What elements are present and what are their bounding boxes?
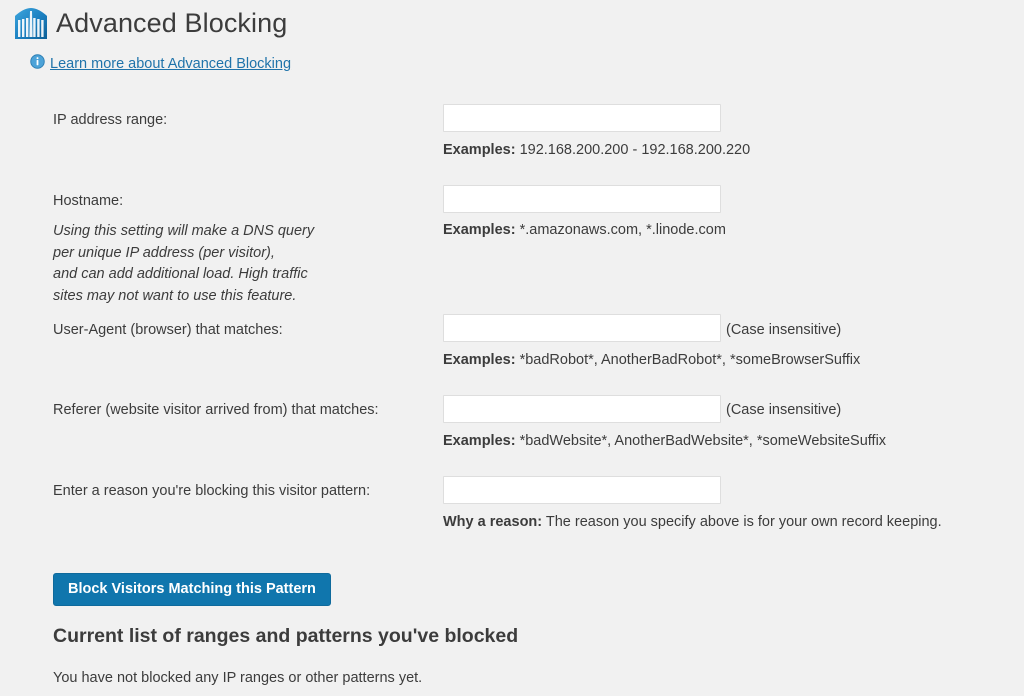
- blocked-list-empty-state: You have not blocked any IP ranges or ot…: [53, 670, 423, 686]
- referer-case-note: (Case insensitive): [726, 402, 842, 418]
- learn-more-link[interactable]: Learn more about Advanced Blocking: [50, 56, 291, 72]
- hostname-example: Examples: *.amazonaws.com, *.linode.com: [443, 222, 726, 238]
- block-visitors-button[interactable]: Block Visitors Matching this Pattern: [53, 573, 331, 606]
- label-referer: Referer (website visitor arrived from) t…: [53, 402, 379, 418]
- hostname-caveat-line-3: and can add additional load. High traffi…: [53, 266, 308, 282]
- learn-more-row[interactable]: Learn more about Advanced Blocking: [30, 54, 291, 74]
- ip-range-example: Examples: 192.168.200.200 - 192.168.200.…: [443, 142, 750, 158]
- user-agent-example-text: *badRobot*, AnotherBadRobot*, *someBrows…: [519, 352, 861, 368]
- reason-input[interactable]: [443, 476, 721, 504]
- reason-example: Why a reason: The reason you specify abo…: [443, 514, 942, 530]
- page-title: Advanced Blocking: [56, 8, 288, 39]
- referer-example: Examples: *badWebsite*, AnotherBadWebsit…: [443, 433, 886, 449]
- label-reason: Enter a reason you're blocking this visi…: [53, 483, 371, 499]
- hostname-caveat-line-1: Using this setting will make a DNS query: [53, 223, 315, 239]
- user-agent-example: Examples: *badRobot*, AnotherBadRobot*, …: [443, 352, 860, 368]
- referer-example-text: *badWebsite*, AnotherBadWebsite*, *someW…: [519, 433, 887, 449]
- ip-range-example-text: 192.168.200.200 - 192.168.200.220: [519, 142, 751, 158]
- user-agent-case-note: (Case insensitive): [726, 322, 842, 338]
- referer-input[interactable]: [443, 395, 721, 423]
- label-hostname: Hostname:: [53, 193, 124, 209]
- label-user-agent: User-Agent (browser) that matches:: [53, 322, 283, 338]
- hostname-example-text: *.amazonaws.com, *.linode.com: [519, 222, 726, 238]
- reason-example-prefix: Why a reason:: [443, 514, 543, 530]
- hostname-input[interactable]: [443, 185, 721, 213]
- hostname-caveat-line-2: per unique IP address (per visitor),: [53, 244, 275, 261]
- blocked-list-heading: Current list of ranges and patterns you'…: [53, 625, 519, 647]
- hostname-example-prefix: Examples:: [443, 222, 516, 238]
- referer-example-prefix: Examples:: [443, 433, 516, 449]
- info-circle-icon: [30, 54, 50, 74]
- wordfence-building-icon: [14, 8, 56, 40]
- user-agent-input[interactable]: [443, 314, 721, 342]
- hostname-caveat-line-4: sites may not want to use this feature.: [53, 287, 297, 304]
- hostname-caveat: Using this setting will make a DNS query…: [53, 221, 314, 307]
- page-header: Advanced Blocking: [14, 8, 287, 40]
- ip-range-example-prefix: Examples:: [443, 142, 516, 158]
- user-agent-example-prefix: Examples:: [443, 352, 516, 368]
- label-ip-range: IP address range:: [53, 112, 168, 128]
- ip-range-input[interactable]: [443, 104, 721, 132]
- reason-example-text: The reason you specify above is for your…: [545, 514, 942, 530]
